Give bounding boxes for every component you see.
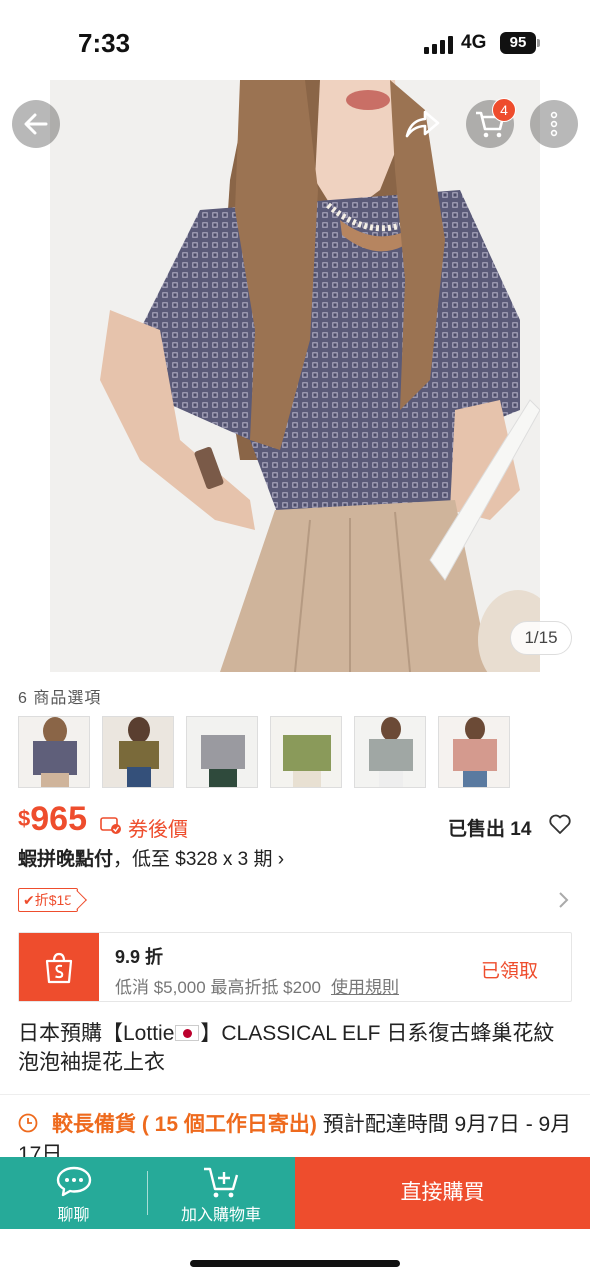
share-icon — [405, 110, 440, 138]
add-cart-icon — [204, 1167, 239, 1198]
installment-detail: ，低至 $328 x 3 期 › — [113, 849, 285, 870]
chat-button[interactable]: 聊聊 — [0, 1157, 147, 1229]
battery-tip — [537, 39, 540, 47]
product-title-part1: 日本預購【Lottie — [18, 1022, 175, 1045]
variation-thumb-6[interactable] — [438, 716, 510, 788]
price: $965 — [18, 800, 87, 839]
shop-bag-icon — [45, 952, 73, 984]
voucher-description: 低消 $5,000 最高折抵 $200 使用規則 — [115, 973, 399, 998]
heart-icon[interactable] — [548, 812, 572, 836]
shipping-highlight: 較長備貨 ( 15 個工作日寄出) — [52, 1113, 317, 1136]
chevron-right-icon[interactable] — [556, 890, 570, 910]
buy-now-button[interactable]: 直接購買 — [295, 1157, 590, 1229]
installment-brand: 蝦拼晚點付 — [18, 849, 114, 870]
add-to-cart-label: 加入購物車 — [180, 1207, 261, 1224]
check-icon: ✔ — [23, 892, 35, 908]
home-indicator[interactable] — [190, 1260, 400, 1267]
voucher-badge — [19, 933, 99, 1001]
product-title: 日本預購【Lottie 】CLASSICAL ELF 日系復古蜂巢花紋泡泡袖提花上… — [18, 1019, 574, 1077]
sold-count: 已售出 14 — [448, 819, 532, 840]
variation-thumb-4[interactable] — [270, 716, 342, 788]
voucher-min-spend: 低消 $5,000 最高折抵 $200 — [115, 978, 321, 997]
status-time: 7:33 — [78, 28, 131, 58]
variation-thumb-1[interactable] — [18, 716, 90, 788]
after-coupon-label: 券後價 — [128, 819, 188, 841]
discount-tag[interactable]: ✔折$15 — [18, 888, 79, 912]
network-label: 4G — [461, 32, 487, 53]
voucher-card[interactable]: 9.9 折 低消 $5,000 最高折抵 $200 使用規則 已領取 — [18, 932, 572, 1002]
voucher-claimed-label[interactable]: 已領取 — [481, 956, 538, 983]
price-currency: $ — [18, 806, 31, 831]
japan-flag-icon — [175, 1025, 200, 1041]
clock-icon — [18, 1113, 38, 1133]
bottom-divider — [147, 1171, 148, 1215]
divider — [0, 1094, 590, 1095]
variation-thumb-3[interactable] — [186, 716, 258, 788]
product-image[interactable] — [50, 80, 540, 672]
voucher-rules-link[interactable]: 使用規則 — [331, 978, 399, 997]
coupon-icon — [100, 817, 121, 834]
variation-thumb-2[interactable] — [102, 716, 174, 788]
chat-label: 聊聊 — [57, 1207, 90, 1224]
add-to-cart-button[interactable]: 加入購物車 — [147, 1157, 295, 1229]
variation-thumb-5[interactable] — [354, 716, 426, 788]
back-arrow-icon — [24, 113, 48, 135]
installment-row[interactable]: 蝦拼晚點付，低至 $328 x 3 期 › — [18, 844, 284, 871]
bottom-action-bar: 聊聊 加入購物車 直接購買 — [0, 1157, 590, 1229]
image-counter: 1/15 — [510, 621, 572, 655]
share-button[interactable] — [398, 100, 446, 148]
cart-count-badge: 4 — [492, 98, 516, 122]
battery-icon: 95 — [500, 32, 536, 54]
price-amount: 965 — [30, 800, 87, 838]
status-bar: 7:33 4G 95 — [0, 0, 590, 80]
back-button[interactable] — [12, 100, 60, 148]
variations-label: 6 商品選項 — [18, 690, 102, 707]
more-vertical-icon — [550, 111, 558, 137]
discount-tag-label: 折$15 — [34, 892, 73, 908]
voucher-title: 9.9 折 — [115, 947, 164, 967]
more-button[interactable] — [530, 100, 578, 148]
chat-icon — [56, 1166, 91, 1197]
signal-icon — [424, 36, 454, 54]
variation-thumbnails — [18, 716, 518, 788]
